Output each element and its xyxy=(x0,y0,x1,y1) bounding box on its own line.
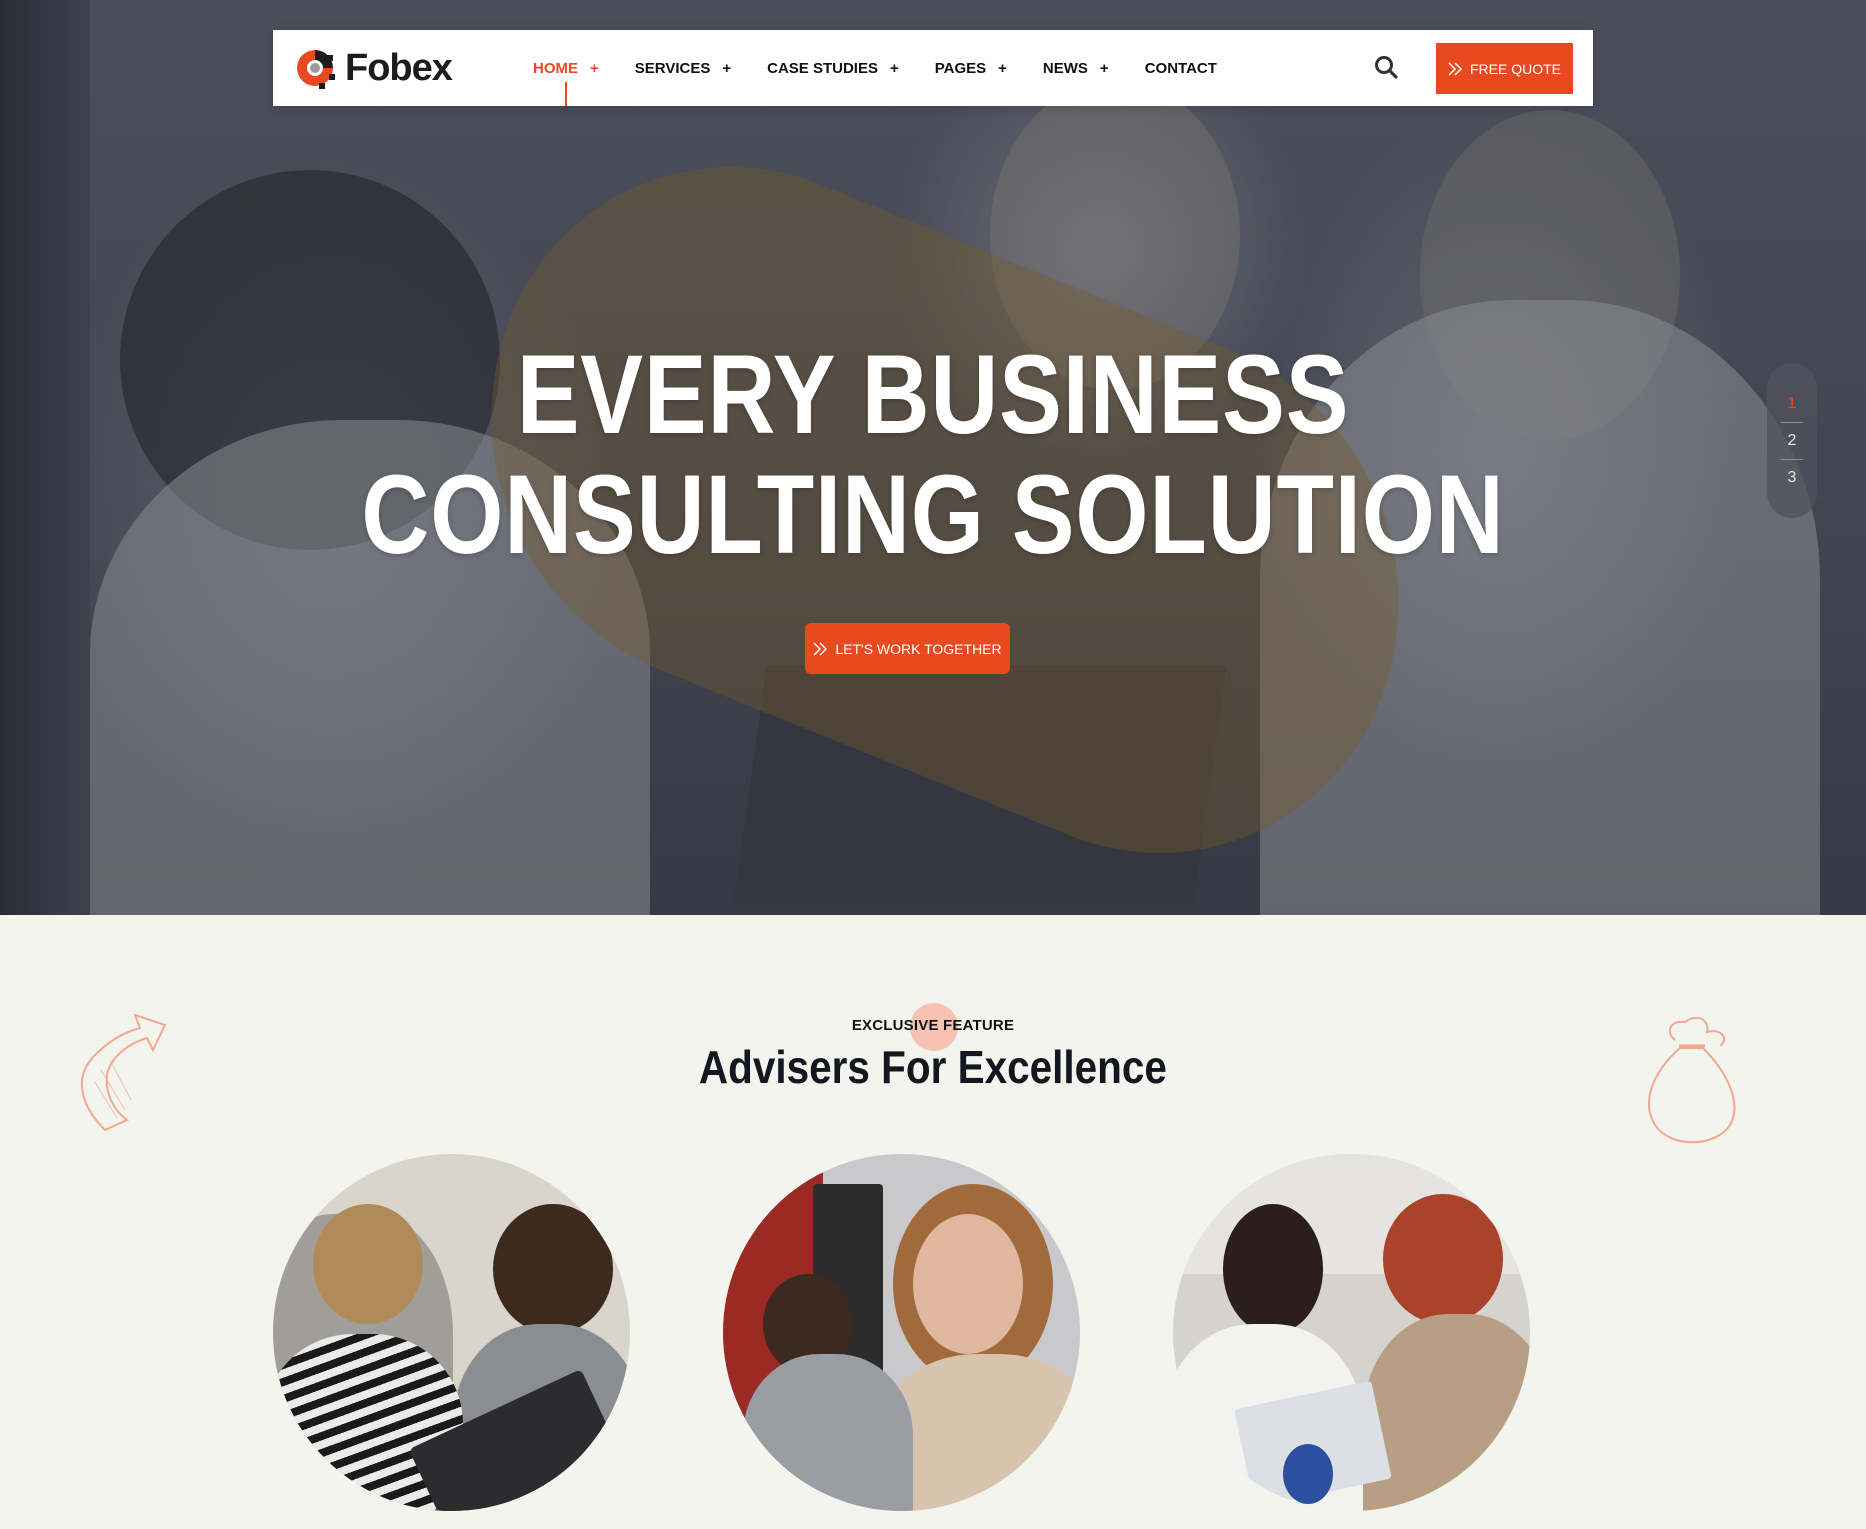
nav-item-contact[interactable]: CONTACT xyxy=(1145,30,1217,106)
nav-item-label: NEWS xyxy=(1042,59,1088,77)
plus-icon: + xyxy=(722,59,732,77)
plus-icon: + xyxy=(998,59,1007,77)
section-title-text: Advisers For Excellence xyxy=(698,1041,1168,1093)
photo-shape xyxy=(1223,1204,1323,1334)
main-menu: HOME + SERVICES + CASE STUDIES + PAGES +… xyxy=(533,30,1253,106)
nav-item-label: HOME xyxy=(533,59,578,77)
photo-shape xyxy=(913,1214,1023,1354)
hero-headline: EVERY BUSINESS CONSULTING SOLUTION xyxy=(0,335,1866,575)
double-chevron-icon xyxy=(1448,61,1463,76)
photo-shape xyxy=(743,1354,913,1511)
free-quote-label: FREE QUOTE xyxy=(1469,60,1561,77)
slide-dot-2[interactable]: 2 xyxy=(1781,423,1803,460)
adviser-photo-3[interactable] xyxy=(1173,1154,1530,1511)
nav-item-news[interactable]: NEWS + xyxy=(1043,30,1109,106)
plus-icon: + xyxy=(889,59,899,77)
section-title: Advisers For Excellence xyxy=(0,1040,1866,1094)
adviser-photo-2[interactable] xyxy=(723,1154,1080,1511)
photo-shape xyxy=(1283,1444,1333,1504)
double-chevron-icon xyxy=(813,641,828,656)
nav-item-services[interactable]: SERVICES + xyxy=(635,30,731,106)
hero-headline-line-2: CONSULTING SOLUTION xyxy=(361,452,1505,577)
brand-name: Fobex xyxy=(345,46,453,89)
photo-shape xyxy=(313,1204,423,1324)
nav-item-case-studies[interactable]: CASE STUDIES + xyxy=(767,30,899,106)
brand-logo[interactable]: Fobex xyxy=(293,44,453,92)
logo-gear-icon xyxy=(297,50,335,89)
adviser-photo-1[interactable] xyxy=(273,1154,630,1511)
plus-icon: + xyxy=(1099,59,1109,77)
hero-headline-line-1: EVERY BUSINESS xyxy=(516,332,1350,457)
active-indicator xyxy=(565,82,567,106)
photo-shape xyxy=(1383,1194,1503,1324)
nav-item-label: SERVICES xyxy=(634,59,711,77)
photo-shape xyxy=(1363,1314,1530,1511)
nav-item-label: CONTACT xyxy=(1144,59,1217,77)
plus-icon: + xyxy=(590,59,599,77)
photo-shape xyxy=(493,1204,613,1334)
slide-dot-3[interactable]: 3 xyxy=(1781,460,1803,496)
hero-section: EVERY BUSINESS CONSULTING SOLUTION LET'S… xyxy=(0,0,1866,915)
section-eyebrow: EXCLUSIVE FEATURE xyxy=(851,1017,1015,1034)
main-navbar: Fobex HOME + SERVICES + CASE STUDIES + P… xyxy=(273,30,1593,106)
nav-item-pages[interactable]: PAGES + xyxy=(935,30,1007,106)
slide-dot-1[interactable]: 1 xyxy=(1781,386,1803,423)
slider-pagination: 1 2 3 xyxy=(1767,363,1817,518)
nav-item-label: CASE STUDIES xyxy=(767,59,878,77)
nav-item-label: PAGES xyxy=(934,59,987,77)
free-quote-button[interactable]: FREE QUOTE xyxy=(1436,43,1573,94)
work-together-button[interactable]: LET'S WORK TOGETHER xyxy=(805,623,1010,674)
search-icon[interactable] xyxy=(1373,54,1399,80)
work-together-label: LET'S WORK TOGETHER xyxy=(835,640,1002,657)
nav-item-home[interactable]: HOME + xyxy=(533,30,599,106)
